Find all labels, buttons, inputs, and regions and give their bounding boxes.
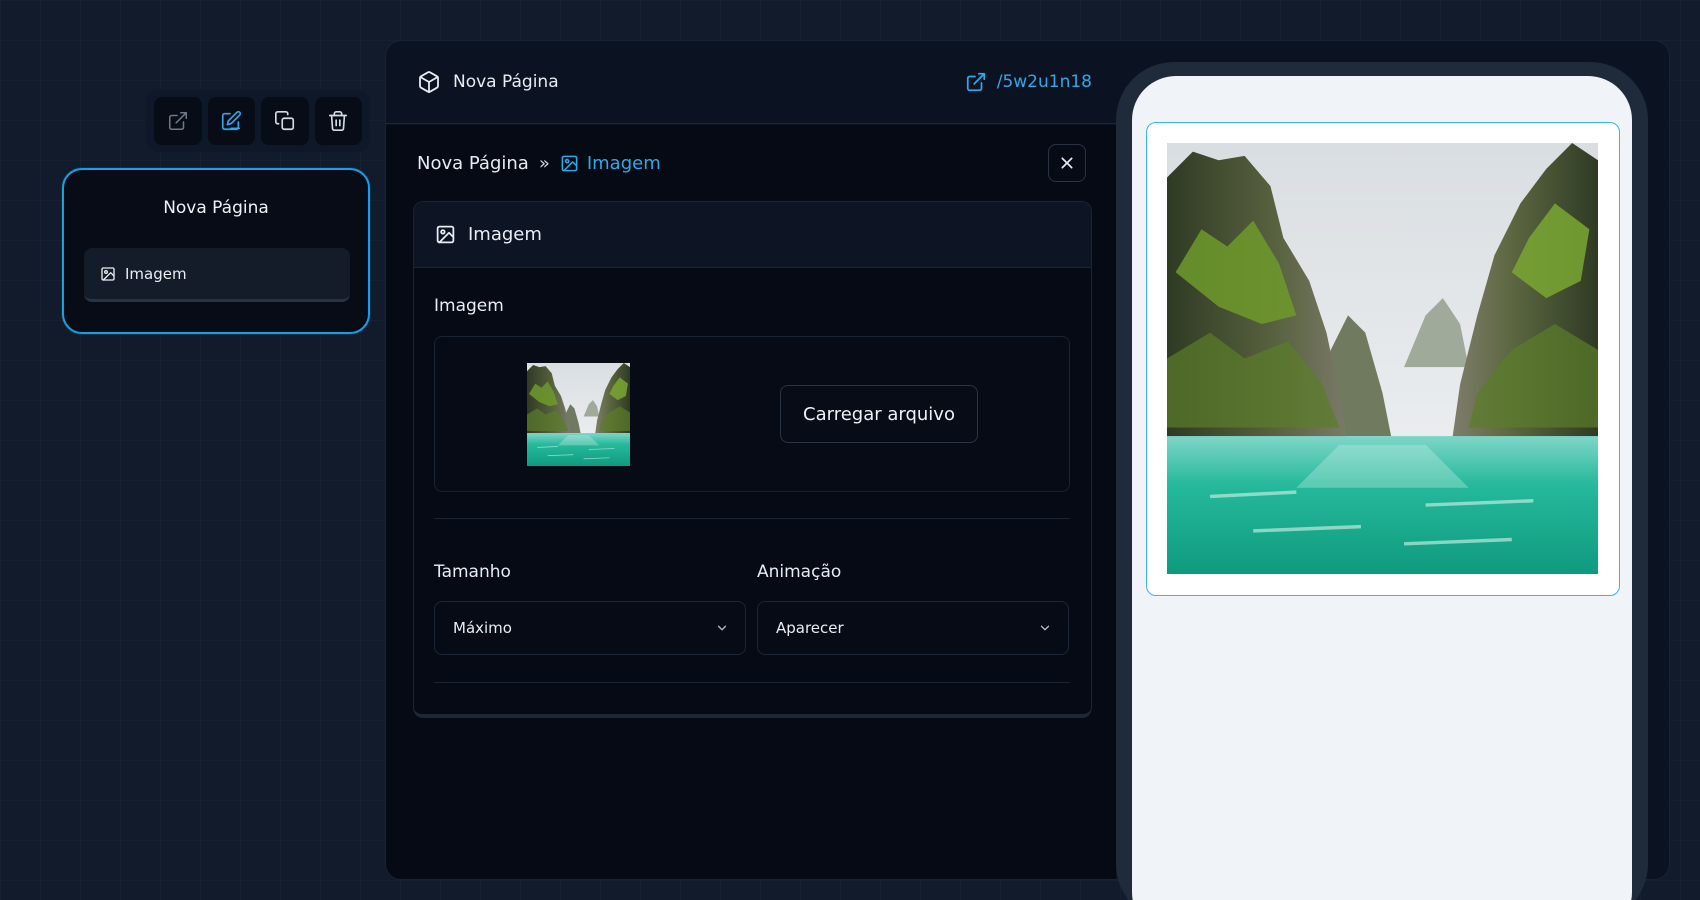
copy-icon xyxy=(274,111,294,131)
editor-area: Nova Página » Imagem Imagem Imagem Carre… xyxy=(386,125,1116,879)
edit-button[interactable] xyxy=(207,97,255,145)
section-divider xyxy=(434,518,1070,519)
trash-icon xyxy=(329,111,348,131)
page-card[interactable]: Nova Página Imagem xyxy=(62,168,370,334)
breadcrumb-root[interactable]: Nova Página xyxy=(417,153,529,174)
size-select[interactable]: Máximo xyxy=(434,601,746,655)
section-title: Imagem xyxy=(468,224,542,245)
upload-file-button[interactable]: Carregar arquivo xyxy=(780,385,978,443)
chevron-down-icon xyxy=(717,625,727,631)
edit-icon xyxy=(222,110,242,131)
cube-icon xyxy=(419,71,439,93)
page-card-item-label: Imagem xyxy=(125,264,187,283)
section-header: Imagem xyxy=(414,202,1091,268)
image-upload-box: Carregar arquivo xyxy=(434,336,1070,492)
open-external-button[interactable] xyxy=(154,97,202,145)
duplicate-button[interactable] xyxy=(261,97,309,145)
phone-screen xyxy=(1132,76,1632,900)
section-divider xyxy=(434,682,1070,683)
breadcrumb-separator: » xyxy=(538,153,550,174)
page-card-item-image[interactable]: Imagem xyxy=(84,248,350,302)
image-settings-section: Imagem Imagem Carregar arquivo Tamanho A… xyxy=(413,201,1092,718)
image-icon xyxy=(561,155,578,172)
page-title: Nova Página xyxy=(453,72,559,92)
panel-header: Nova Página /5w2u1n18 xyxy=(386,41,1116,124)
image-icon xyxy=(101,266,115,281)
breadcrumb: Nova Página » Imagem xyxy=(417,153,661,174)
breadcrumb-current: Imagem xyxy=(560,153,661,174)
image-field-label: Imagem xyxy=(434,296,504,316)
animation-select-value: Aparecer xyxy=(776,619,844,637)
animation-field-label: Animação xyxy=(757,562,842,582)
size-field-label: Tamanho xyxy=(434,562,511,582)
external-link-icon xyxy=(966,72,985,92)
chevron-down-icon xyxy=(1040,625,1050,631)
page-link[interactable]: /5w2u1n18 xyxy=(965,71,1092,93)
image-thumbnail xyxy=(527,363,630,466)
preview-image-block[interactable] xyxy=(1146,122,1620,596)
phone-preview xyxy=(1116,62,1648,900)
image-icon xyxy=(436,225,455,244)
size-select-value: Máximo xyxy=(453,619,512,637)
external-link-icon xyxy=(168,111,187,131)
page-link-label: /5w2u1n18 xyxy=(996,72,1092,92)
close-button[interactable] xyxy=(1048,144,1086,182)
breadcrumb-current-label: Imagem xyxy=(586,153,661,174)
page-card-title: Nova Página xyxy=(163,198,269,218)
element-toolbar xyxy=(146,90,370,152)
animation-select[interactable]: Aparecer xyxy=(757,601,1069,655)
close-icon xyxy=(1061,157,1073,169)
delete-button[interactable] xyxy=(314,97,362,145)
preview-image xyxy=(1167,143,1598,574)
